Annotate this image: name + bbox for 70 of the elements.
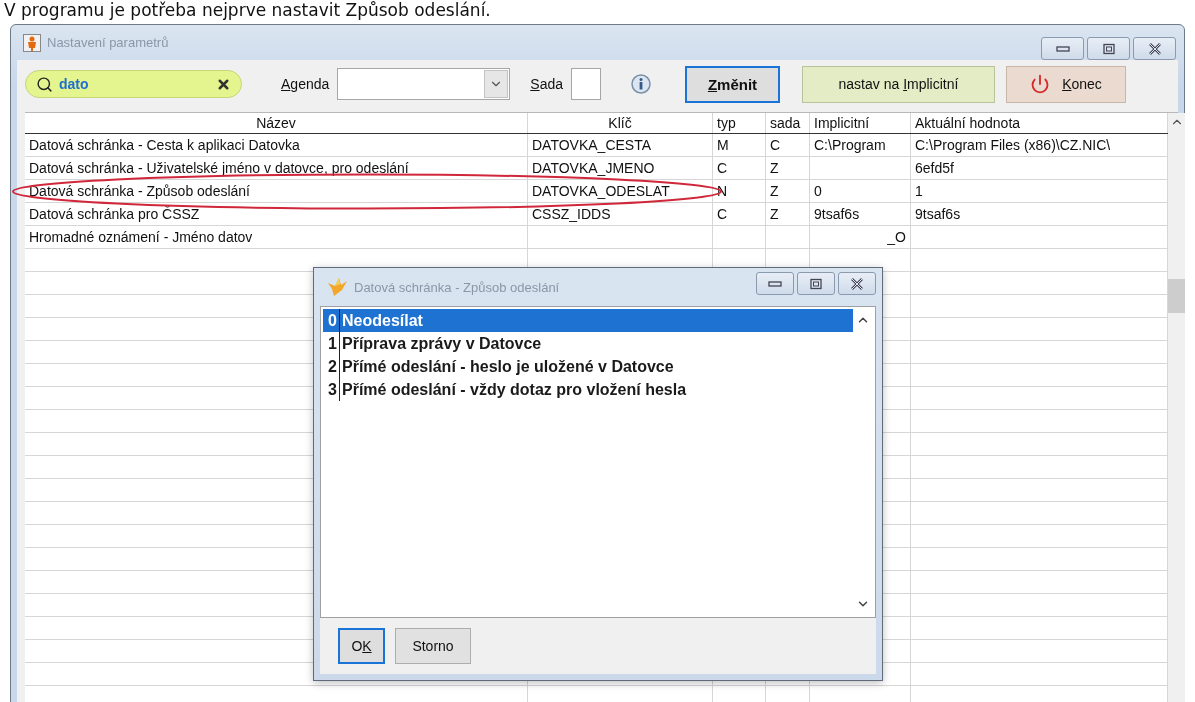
list-option[interactable]: 2 Přímé odeslání - heslo je uložené v Datovce	[323, 355, 853, 378]
column-header[interactable]: Implicitní	[810, 113, 911, 133]
close-icon	[1147, 42, 1162, 55]
table-cell: DATOVKA_ODESLAT	[532, 183, 670, 199]
info-icon[interactable]	[631, 74, 651, 94]
table-cell: DATOVKA_JMENO	[532, 160, 655, 176]
column-header[interactable]: Klíč	[528, 113, 713, 133]
table-cell: C:\Program Files (x86)\CZ.NIC\	[915, 137, 1111, 153]
app-icon	[23, 33, 41, 52]
table-cell: 9tsaf6s	[814, 206, 860, 222]
column-header[interactable]: typ	[713, 113, 766, 133]
minimize-icon	[1055, 44, 1070, 53]
power-icon	[1030, 74, 1051, 94]
column-header[interactable]: sada	[766, 113, 810, 133]
table-cell: Z	[770, 160, 779, 176]
table-cell: Datová schránka - Uživatelské jméno v datovce, pro odeslání	[29, 160, 409, 176]
reset-button[interactable]: nastav na Implicitní	[802, 65, 995, 103]
table-cell: Z	[770, 206, 779, 222]
list-option[interactable]: 3 Přímé odeslání - vždy dotaz pro vložení hesla	[323, 378, 853, 401]
cancel-button[interactable]: Storno	[395, 628, 471, 664]
change-button[interactable]: Změnit	[685, 65, 780, 103]
table-cell: C	[717, 160, 728, 176]
window-title: Nastavení parametrů	[47, 35, 170, 50]
table-cell: 1	[915, 183, 923, 199]
exit-button[interactable]: Konec	[1006, 65, 1126, 103]
table-cell: Datová schránka pro ČSSZ	[29, 206, 200, 222]
search-icon	[36, 75, 53, 93]
ok-button[interactable]: OK	[338, 628, 385, 664]
scrollbar[interactable]	[1168, 113, 1185, 702]
table-row[interactable]: Hromadné oznámení - Jméno datov _O	[25, 226, 1168, 249]
table-row[interactable]: Datová schránka - Cesta k aplikaci Datovka DATOVKA_CESTA M C C:\Program C:\Program Files (x86)\CZ.NIC\	[25, 134, 1168, 157]
dialog-title: Datová schránka - Způsob odeslání	[354, 279, 561, 295]
minimize-icon	[768, 279, 782, 288]
table-cell: 9tsaf6s	[915, 206, 961, 222]
list-option[interactable]: 0 Neodesílat	[323, 309, 853, 332]
list-option[interactable]: 1 Příprava zprávy v Datovce	[323, 332, 853, 355]
table-cell: Datová schránka - Cesta k aplikaci Datovka	[29, 137, 300, 153]
maximize-button[interactable]	[797, 272, 835, 295]
table-cell: C:\Program	[814, 137, 886, 153]
scroll-thumb[interactable]	[1168, 279, 1185, 313]
table-cell: DATOVKA_CESTA	[532, 137, 652, 153]
minimize-button[interactable]	[1041, 37, 1084, 60]
table-cell: C	[717, 206, 728, 222]
table-cell: Hromadné oznámení - Jméno datov	[29, 229, 253, 245]
table-cell: Z	[770, 183, 779, 199]
search-field[interactable]: dato	[25, 70, 242, 98]
table-row[interactable]: Datová schránka pro ČSSZ CSSZ_IDDS C Z 9tsaf6s 9tsaf6s	[25, 203, 1168, 226]
close-button[interactable]	[1133, 37, 1176, 60]
caption-text: V programu je potřeba nejprve nastavit Způsob odeslání.	[3, 0, 492, 22]
table-cell: C	[770, 137, 781, 153]
close-icon	[850, 277, 864, 290]
bird-icon	[326, 277, 348, 297]
maximize-icon	[1101, 42, 1116, 55]
maximize-button[interactable]	[1087, 37, 1130, 60]
agenda-label: Agenda	[281, 76, 330, 92]
search-input[interactable]: dato	[57, 75, 212, 93]
table-cell: _O	[887, 229, 906, 245]
table-cell: CSSZ_IDDS	[532, 206, 611, 222]
minimize-button[interactable]	[756, 272, 794, 295]
table-cell: 6efd5f	[915, 160, 954, 176]
table-cell: 0	[814, 183, 822, 199]
clear-icon[interactable]	[216, 76, 231, 92]
maximize-icon	[809, 277, 823, 290]
close-button[interactable]	[838, 272, 876, 295]
sada-label: Sada	[530, 76, 563, 92]
sada-field[interactable]	[571, 68, 601, 100]
table-row[interactable]: Datová schránka - Uživatelské jméno v datovce, pro odeslání DATOVKA_JMENO C Z 6efd5f	[25, 157, 1168, 180]
table-cell: Datová schránka - Způsob odeslání	[29, 183, 250, 199]
table-cell: M	[717, 137, 729, 153]
column-header[interactable]: Název	[25, 113, 528, 133]
